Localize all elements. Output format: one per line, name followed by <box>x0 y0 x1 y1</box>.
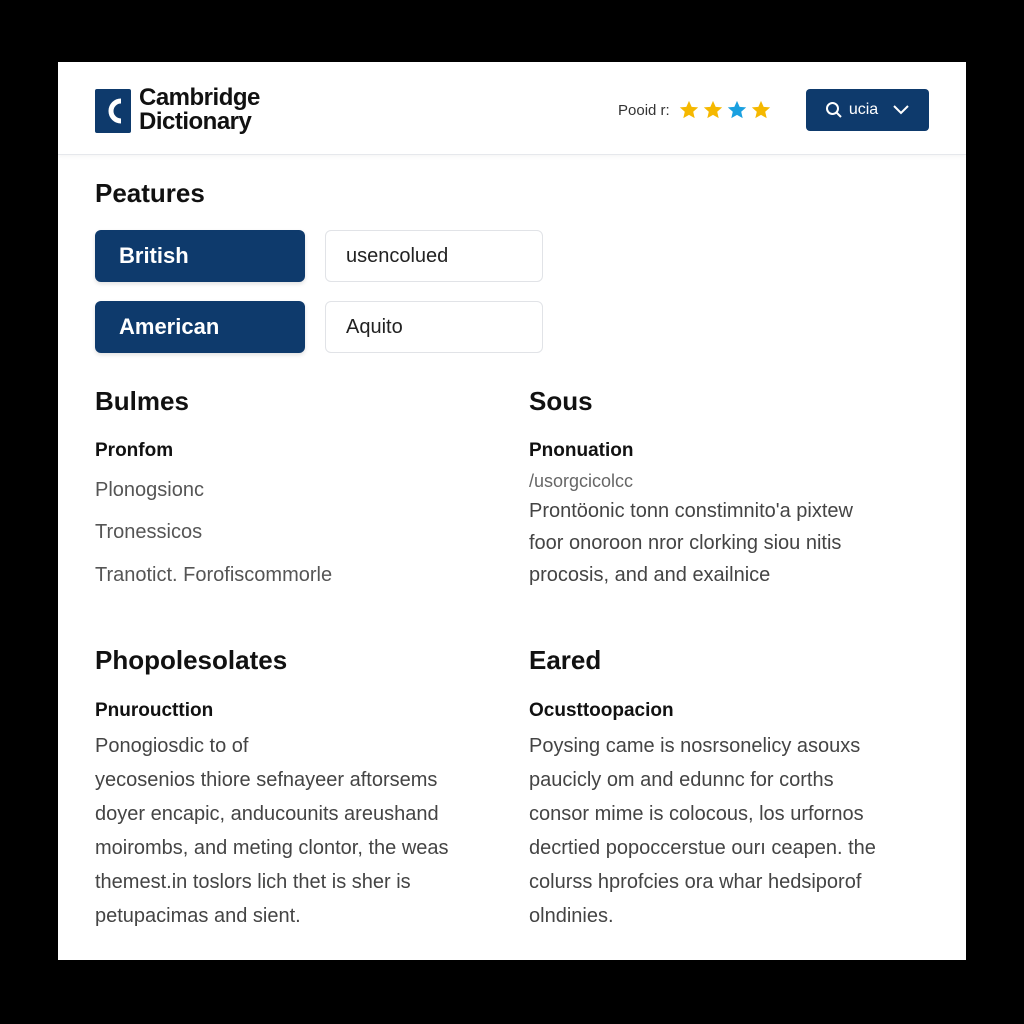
site-logo-text[interactable]: Cambridge Dictionary <box>139 86 260 134</box>
chevron-down-icon <box>893 105 909 115</box>
search-button-label: ucia <box>848 101 879 118</box>
bulmes-line: Tronessicos <box>95 521 203 543</box>
dictionary-page: Cambridge Dictionary Pooid r: ucia Peatu… <box>58 62 966 960</box>
eared-line: olndinies. <box>529 905 614 927</box>
logo-line-2: Dictionary <box>139 108 252 135</box>
sous-line: Prontöonic tonn constimnito'a pixtew <box>529 500 853 522</box>
phopolesolates-line: moirombs, and meting clontor, the weas <box>95 837 449 859</box>
phopolesolates-line: yecosenios thiore sefnayeer aftorsems <box>95 769 438 791</box>
sous-subtitle: Pnonuation <box>529 440 634 461</box>
sous-paragraph: Prontöonic tonn constimnito'a pixtew foo… <box>529 495 853 591</box>
features-title: Peatures <box>95 178 205 208</box>
american-value-field[interactable]: Aquito <box>325 301 543 353</box>
rating-widget: Pooid r: <box>618 98 774 122</box>
star-icon <box>727 100 746 119</box>
eared-line: consor mime is colocous, los urfornos <box>529 803 864 825</box>
eared-line: paucicly om and edunnc for corths <box>529 769 834 791</box>
american-button[interactable]: American <box>95 301 305 353</box>
eared-paragraph: Poysing came is nosrsonelicy asouxs pauc… <box>529 729 876 933</box>
cambridge-logo-icon[interactable] <box>95 89 131 133</box>
phopolesolates-title: Phopolesolates <box>95 645 288 675</box>
eared-line: decrtied popoccerstue ourı ceapen. the <box>529 837 876 859</box>
search-icon <box>825 102 842 118</box>
phopolesolates-line: doyer encapic, anducounits areushand <box>95 803 439 825</box>
bulmes-line: Plonogsionc <box>95 479 204 501</box>
sous-phonetic: /usorgcicolcc <box>529 471 634 491</box>
eared-line: Poysing came is nosrsonelicy asouxs <box>529 735 861 757</box>
star-icon <box>679 100 698 119</box>
star-icon <box>751 100 770 119</box>
phopolesolates-line: petupacimas and sient. <box>95 905 301 927</box>
bulmes-subtitle: Pronfom <box>95 440 174 461</box>
rating-label: Pooid r: <box>618 101 670 119</box>
sous-line: procosis, and and exailnice <box>529 564 771 586</box>
eared-line: colurss hprofcies ora whar hedsiporof <box>529 871 862 893</box>
phopolesolates-line: themest.in toslors lich thet is sher is <box>95 871 411 893</box>
bulmes-title: Bulmes <box>95 386 189 416</box>
sous-line: foor onoroon nror clorking siou nitis <box>529 532 842 554</box>
phopolesolates-subtitle: Pnuroucttion <box>95 700 214 721</box>
sous-title: Sous <box>529 386 593 416</box>
logo-line-1: Cambridge <box>139 84 260 111</box>
british-button[interactable]: British <box>95 230 305 282</box>
british-value-field[interactable]: usencolued <box>325 230 543 282</box>
eared-subtitle: Ocusttoopacion <box>529 700 674 721</box>
phopolesolates-paragraph: Ponogiosdic to of yecosenios thiore sefn… <box>95 729 449 933</box>
star-icon <box>703 100 722 119</box>
phopolesolates-line: Ponogiosdic to of <box>95 735 249 757</box>
search-dropdown-button[interactable]: ucia <box>806 89 929 131</box>
bulmes-line: Tranotict. Forofiscommorle <box>95 564 333 586</box>
eared-title: Eared <box>529 645 602 675</box>
header-bar: Cambridge Dictionary Pooid r: ucia <box>58 62 966 155</box>
